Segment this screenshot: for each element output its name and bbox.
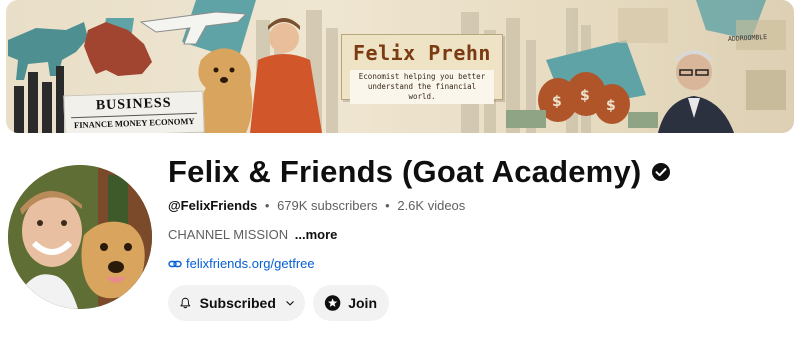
channel-avatar[interactable] (8, 165, 152, 309)
description-preview: CHANNEL MISSION (168, 227, 289, 242)
verified-check-icon (651, 162, 671, 182)
join-button[interactable]: Join (313, 285, 389, 321)
video-count: 2.6K videos (397, 198, 466, 213)
banner-name-card: Felix Prehn Economist helping you better… (341, 34, 503, 104)
svg-text:$: $ (606, 98, 616, 114)
channel-banner: $ $ $ Felix Prehn Economist helping you be… (6, 0, 794, 133)
subscribed-button[interactable]: Subscribed (168, 285, 305, 321)
meta-separator: • (264, 198, 270, 213)
star-badge-icon (324, 295, 341, 311)
bell-icon (180, 297, 191, 309)
banner-tagline: Economist helping you better understand … (350, 70, 494, 104)
svg-text:$: $ (552, 94, 562, 110)
link-icon (168, 260, 182, 267)
avatar-image (8, 165, 152, 309)
channel-link-text[interactable]: felixfriends.org/getfree (186, 256, 315, 271)
channel-link[interactable]: felixfriends.org/getfree (168, 256, 315, 271)
meta-separator: • (385, 198, 390, 213)
channel-title-row: Felix & Friends (Goat Academy) (168, 150, 671, 194)
subscribed-label: Subscribed (199, 295, 276, 311)
svg-text:$: $ (580, 88, 590, 104)
banner-newspaper: BUSINESS FINANCE MONEY ECONOMY (63, 90, 205, 133)
channel-title: Felix & Friends (Goat Academy) (168, 154, 642, 189)
newspaper-subheadline: FINANCE MONEY ECONOMY (71, 112, 198, 131)
channel-description[interactable]: CHANNEL MISSION ...more (168, 227, 337, 242)
channel-handle: @FelixFriends (168, 198, 258, 213)
newspaper-headline: BUSINESS (95, 95, 172, 114)
join-label: Join (348, 295, 377, 311)
banner-name: Felix Prehn (353, 41, 491, 65)
channel-meta: @FelixFriends • 679K subscribers • 2.6K … (168, 198, 465, 213)
chevron-down-icon[interactable] (285, 295, 295, 311)
subscriber-count: 679K subscribers (277, 198, 378, 213)
more-link[interactable]: ...more (295, 227, 338, 242)
